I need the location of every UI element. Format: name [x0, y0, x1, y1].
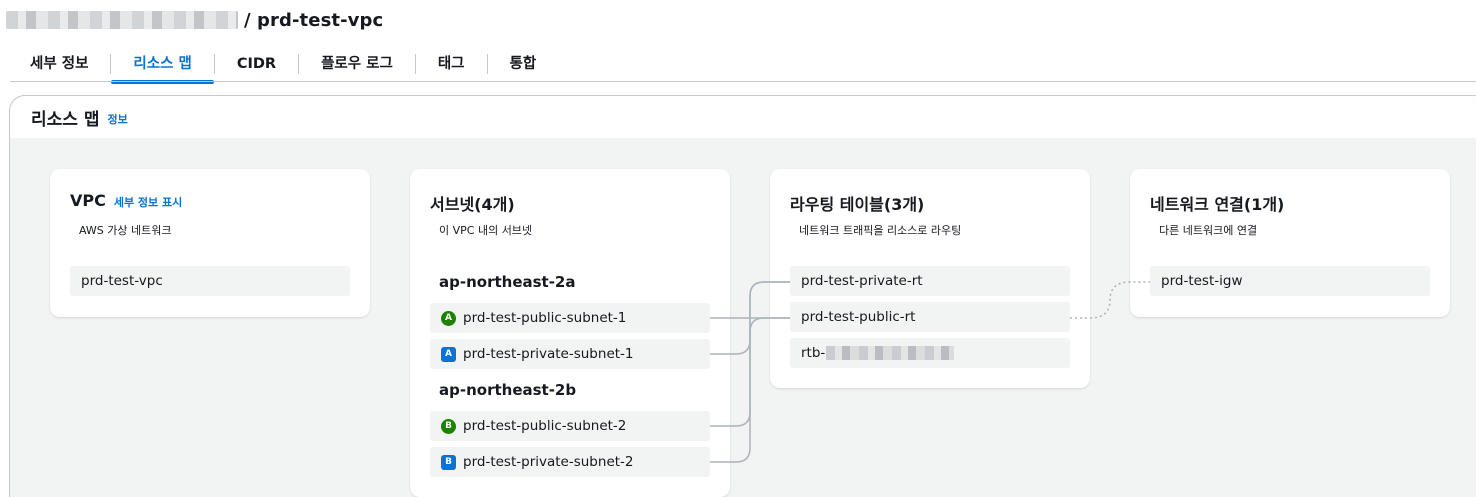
info-link[interactable]: 정보: [107, 111, 127, 127]
tab-resource-map[interactable]: 리소스 맵: [111, 48, 215, 84]
vpc-card: VPC 세부 정보 표시 AWS 가상 네트워크 prd-test-vpc: [50, 169, 370, 317]
subnet-item[interactable]: A prd-test-public-subnet-1: [430, 303, 710, 333]
subnet-item[interactable]: B prd-test-public-subnet-2: [430, 411, 710, 441]
route-table-item[interactable]: rtb-: [790, 338, 1070, 368]
subnet-name: prd-test-public-subnet-1: [463, 310, 627, 326]
public-subnet-badge-icon: A: [441, 310, 456, 326]
route-table-card-description: 네트워크 트래픽을 리소스로 라우팅: [799, 224, 962, 237]
az-group-title: ap-northeast-2b: [439, 381, 577, 399]
tab-cidr[interactable]: CIDR: [215, 48, 298, 80]
subnet-card: 서브넷(4개) 이 VPC 내의 서브넷 ap-northeast-2a A p…: [410, 169, 730, 497]
tab-integrations[interactable]: 통합: [488, 48, 559, 80]
tab-details[interactable]: 세부 정보: [10, 48, 110, 80]
page-title: / prd-test-vpc: [244, 9, 384, 31]
subnet-name: prd-test-private-subnet-2: [463, 454, 634, 470]
private-subnet-badge-icon: B: [441, 454, 456, 470]
vpc-title-text: VPC: [70, 191, 106, 210]
vpc-card-title: VPC 세부 정보 표시: [70, 191, 182, 210]
network-connection-item[interactable]: prd-test-igw: [1150, 266, 1430, 296]
subnet-item[interactable]: A prd-test-private-subnet-1: [430, 339, 710, 369]
tabs-divider: [10, 81, 1476, 82]
route-table-item[interactable]: prd-test-private-rt: [790, 266, 1070, 296]
network-connection-card: 네트워크 연결(1개) 다른 네트워크에 연결 prd-test-igw: [1130, 169, 1450, 317]
subnet-card-title: 서브넷(4개): [430, 195, 515, 214]
tab-tags[interactable]: 태그: [416, 48, 487, 80]
private-subnet-badge-icon: A: [441, 346, 456, 362]
redacted-id: [826, 346, 955, 360]
subnet-name: prd-test-private-subnet-1: [463, 346, 634, 362]
tab-bar: 세부 정보 리소스 맵 CIDR 플로우 로그 태그 통합: [10, 46, 559, 84]
route-table-item[interactable]: prd-test-public-rt: [790, 302, 1070, 332]
vpc-item[interactable]: prd-test-vpc: [70, 266, 350, 296]
az-group-title: ap-northeast-2a: [439, 273, 576, 291]
subnet-item[interactable]: B prd-test-private-subnet-2: [430, 447, 710, 477]
network-card-description: 다른 네트워크에 연결: [1159, 224, 1258, 237]
show-details-link[interactable]: 세부 정보 표시: [114, 194, 182, 210]
container-header: 리소스 맵 정보: [10, 96, 1476, 138]
vpc-card-description: AWS 가상 네트워크: [79, 224, 172, 237]
public-subnet-badge-icon: B: [441, 418, 456, 434]
route-table-card: 라우팅 테이블(3개) 네트워크 트래픽을 리소스로 라우팅 prd-test-…: [770, 169, 1090, 388]
subnet-card-description: 이 VPC 내의 서브넷: [439, 224, 533, 237]
route-table-id-prefix: rtb-: [801, 345, 826, 361]
network-card-title: 네트워크 연결(1개): [1150, 195, 1285, 214]
page-header: / prd-test-vpc: [6, 8, 383, 32]
container-title: 리소스 맵: [31, 109, 100, 130]
subnet-name: prd-test-public-subnet-2: [463, 418, 627, 434]
breadcrumb[interactable]: [6, 11, 238, 29]
route-table-card-title: 라우팅 테이블(3개): [790, 195, 925, 214]
tab-flow-logs[interactable]: 플로우 로그: [299, 48, 415, 80]
